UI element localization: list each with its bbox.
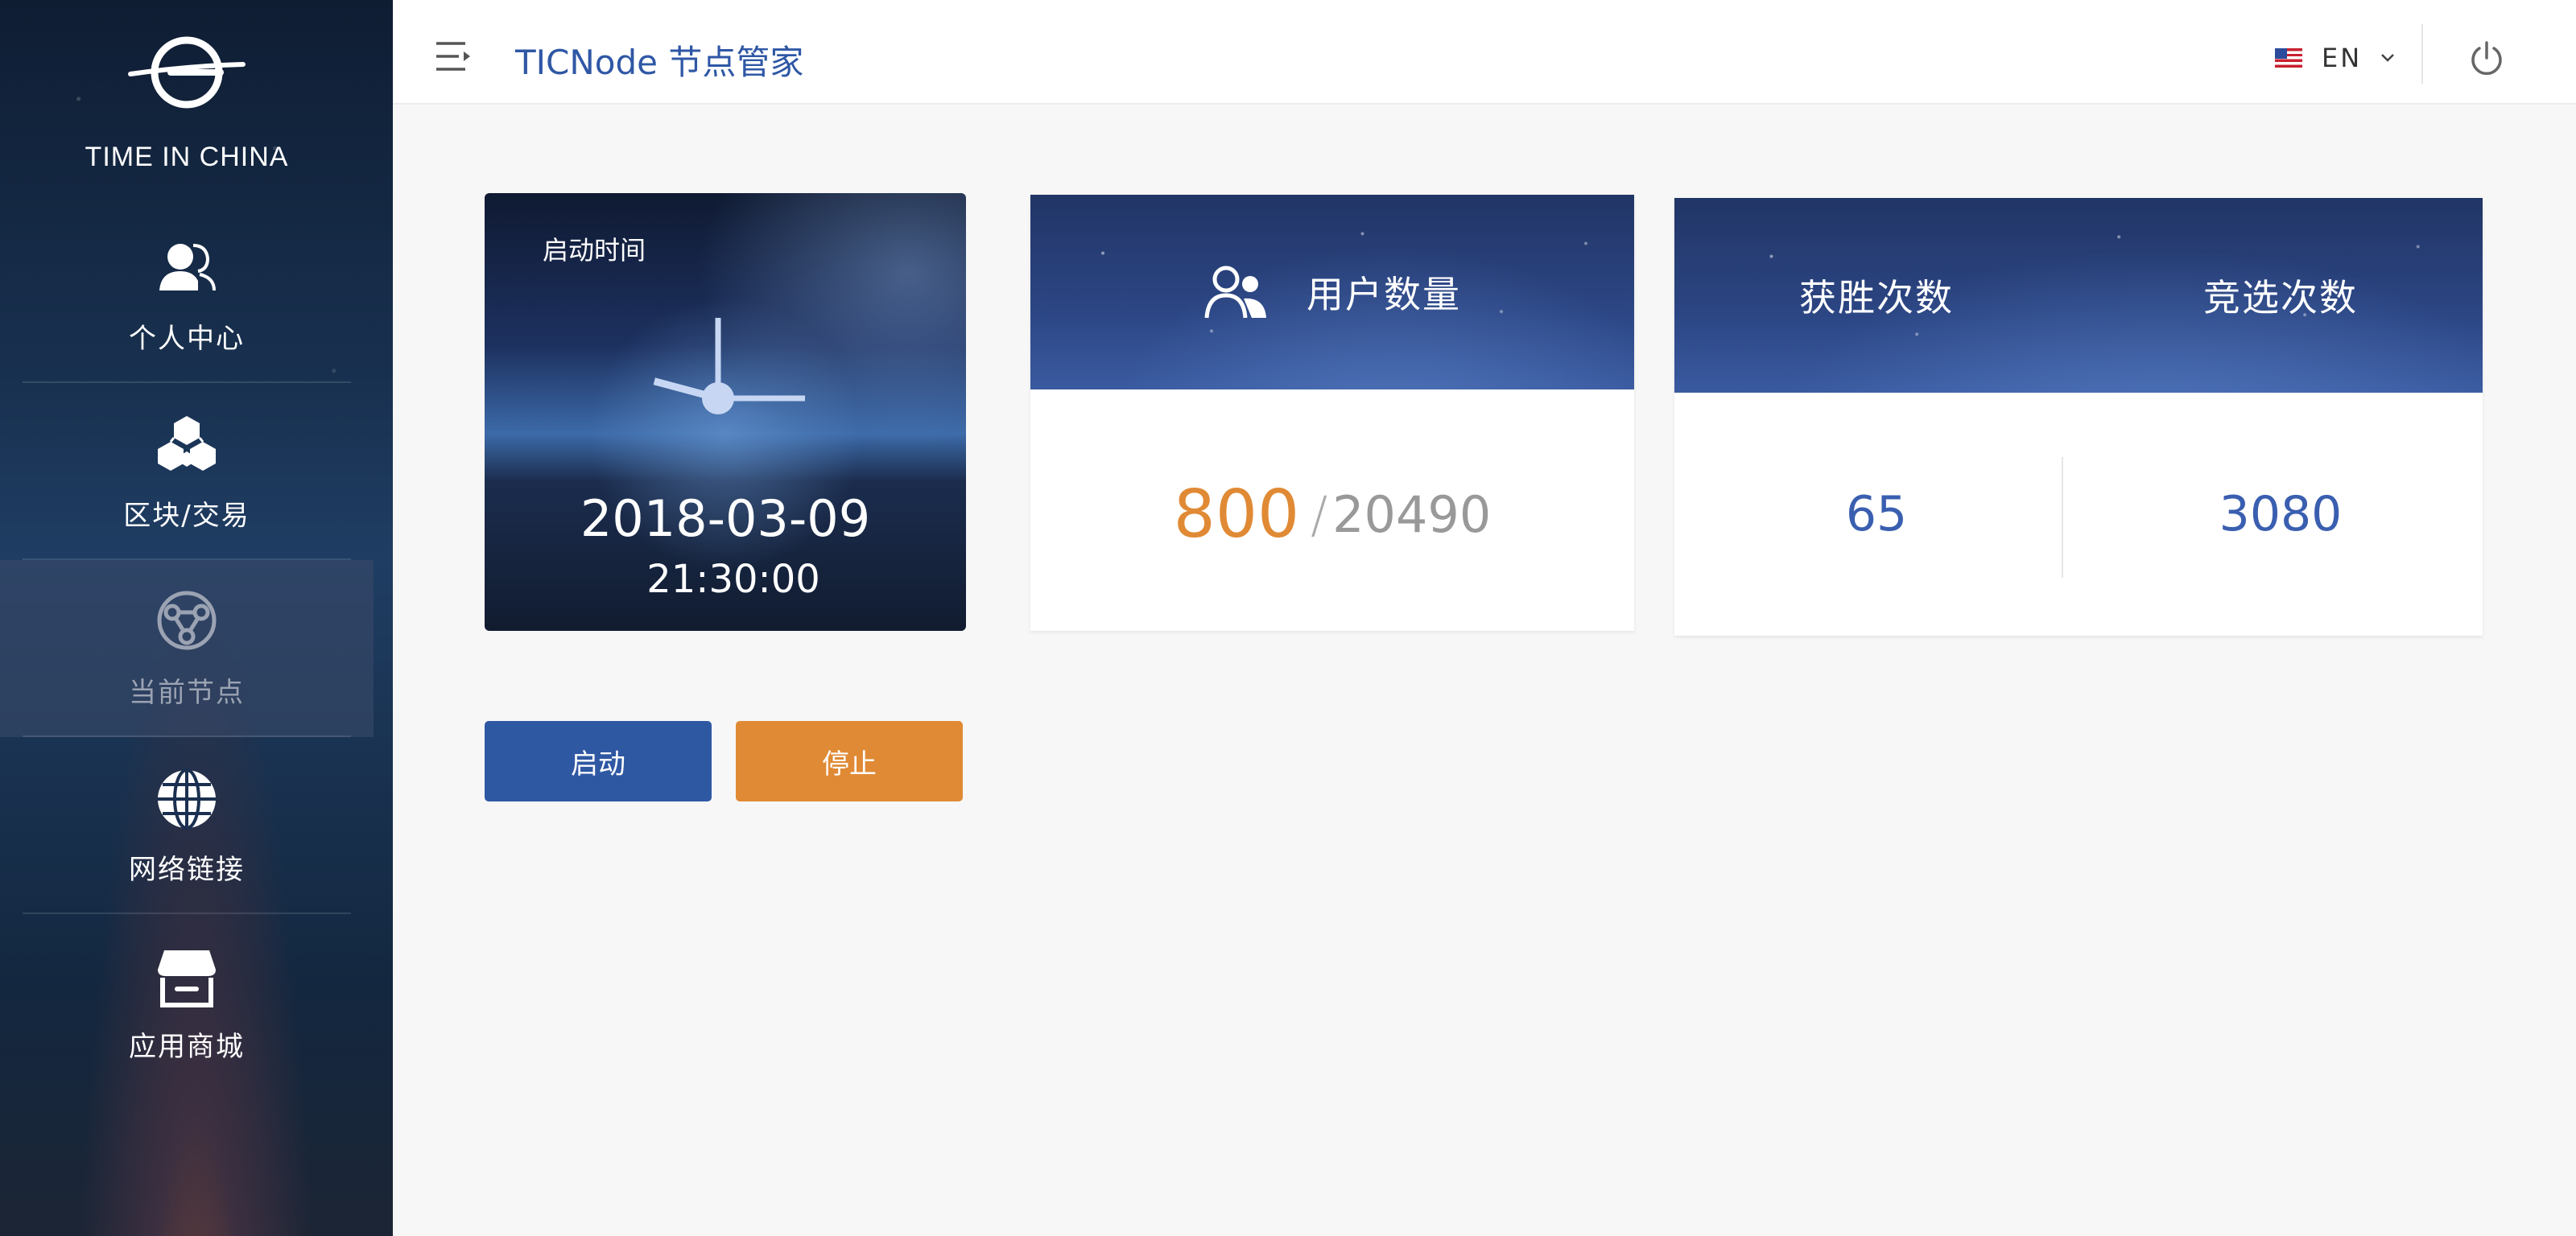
- start-time-label: 启动时间: [543, 235, 646, 266]
- users-icon: [1204, 266, 1266, 319]
- menu-toggle-icon[interactable]: [435, 40, 473, 72]
- sidebar-item-app-store[interactable]: 应用商城: [0, 914, 374, 1091]
- start-button[interactable]: 启动: [485, 721, 712, 801]
- sidebar-item-network[interactable]: 网络链接: [0, 737, 374, 914]
- chevron-down-icon: [2381, 54, 2395, 62]
- election-stats-card: 获胜次数 竞选次数 65 3080: [1674, 198, 2483, 636]
- election-stats-body: 65 3080: [1674, 393, 2483, 636]
- logo-icon: [128, 36, 246, 109]
- user-count-header: 用户数量: [1030, 195, 1634, 389]
- blocks-icon: [158, 415, 216, 471]
- logo-text: TIME IN CHINA: [85, 142, 289, 172]
- user-count-body: 800 / 20490: [1030, 389, 1634, 631]
- power-icon[interactable]: [2468, 40, 2505, 77]
- sidebar-item-current-node[interactable]: 当前节点: [0, 560, 374, 737]
- sidebar: TIME IN CHINA 个人中心 区块/交易 当前节点 网络链接 应用商城: [0, 0, 393, 1236]
- top-bar: TICNode 节点管家 EN: [393, 0, 2576, 105]
- clock-icon: [653, 318, 805, 414]
- start-date: 2018-03-09: [580, 489, 871, 548]
- elections-value: 3080: [2219, 486, 2343, 542]
- sidebar-item-user-center[interactable]: 个人中心: [0, 206, 374, 383]
- sidebar-item-label: 应用商城: [129, 1030, 245, 1063]
- clock-center: [702, 382, 734, 414]
- start-time-card: 启动时间 2018-03-09 21:30:00: [485, 193, 966, 631]
- sidebar-item-label: 当前节点: [129, 676, 245, 709]
- user-count-current: 800: [1173, 476, 1300, 553]
- store-icon: [158, 950, 216, 1007]
- logo: TIME IN CHINA: [0, 24, 374, 173]
- user-center-icon: [159, 243, 216, 290]
- user-count-card: 用户数量 800 / 20490: [1030, 195, 1634, 631]
- language-selector[interactable]: EN: [2275, 40, 2396, 76]
- stats-divider: [2062, 457, 2063, 578]
- start-time: 21:30:00: [646, 557, 820, 602]
- user-count-total: 20490: [1332, 484, 1492, 544]
- sidebar-nav: 个人中心 区块/交易 当前节点 网络链接 应用商城: [0, 206, 393, 1091]
- sidebar-item-blocks[interactable]: 区块/交易: [0, 383, 374, 560]
- elections-title: 竞选次数: [2203, 276, 2358, 319]
- sidebar-item-label: 区块/交易: [123, 499, 250, 532]
- election-stats-header: 获胜次数 竞选次数: [1674, 198, 2483, 393]
- wins-value: 65: [1845, 486, 1908, 542]
- sidebar-item-label: 个人中心: [129, 322, 245, 355]
- user-count-title: 用户数量: [1307, 273, 1461, 316]
- stop-button[interactable]: 停止: [736, 721, 963, 801]
- page-title: TICNode 节点管家: [515, 43, 804, 82]
- header-divider: [2421, 24, 2423, 84]
- sidebar-item-label: 网络链接: [129, 853, 245, 886]
- us-flag-icon: [2275, 48, 2302, 68]
- language-label: EN: [2322, 43, 2363, 73]
- node-icon: [157, 591, 217, 649]
- user-count-separator: /: [1311, 484, 1328, 544]
- globe-icon: [158, 768, 216, 830]
- wins-title: 获胜次数: [1799, 276, 1954, 319]
